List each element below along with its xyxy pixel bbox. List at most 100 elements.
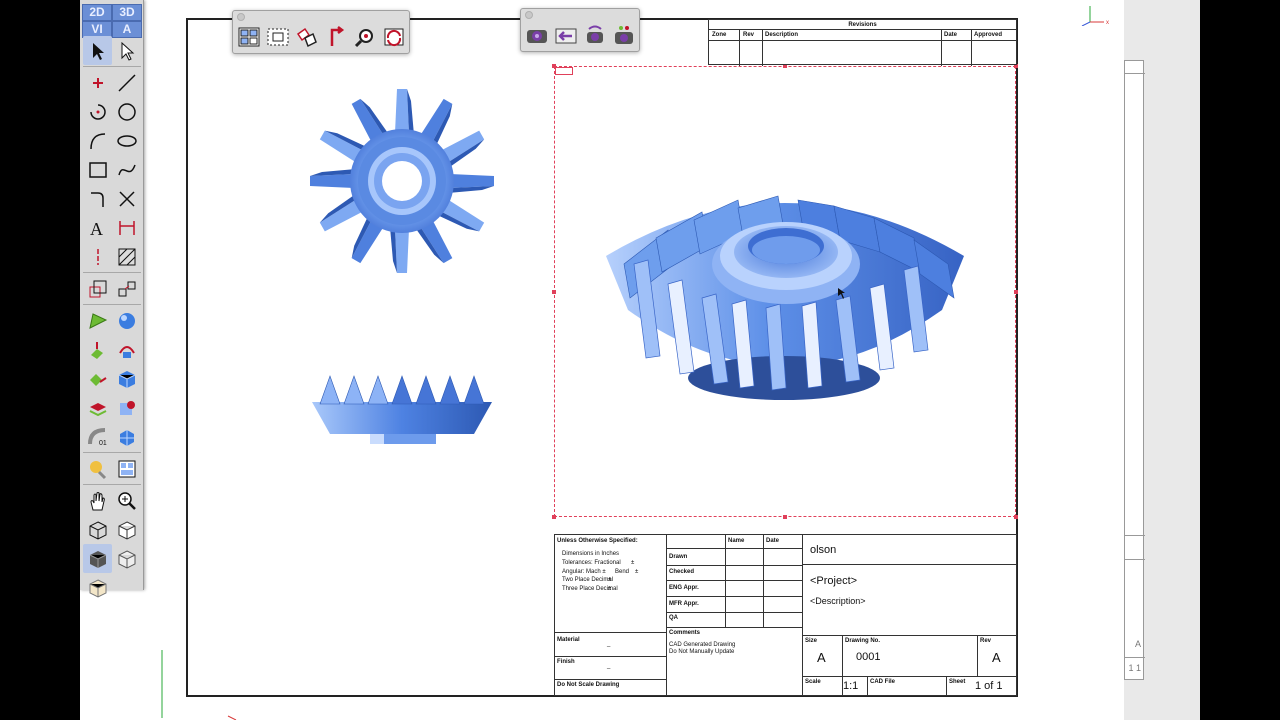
scale-value: 1:1 — [843, 680, 859, 692]
resize-handle[interactable] — [1014, 515, 1018, 519]
circle-icon — [117, 102, 136, 121]
view-layout-tool[interactable] — [112, 454, 141, 483]
gear-isometric-view[interactable] — [598, 160, 970, 404]
spline-icon — [117, 164, 136, 175]
loft-icon — [89, 373, 107, 386]
toolbar-close-dot[interactable] — [237, 13, 245, 21]
text-tool[interactable]: A — [83, 213, 112, 242]
finish-value[interactable]: _ — [607, 662, 610, 670]
company-name[interactable]: olson — [810, 544, 836, 556]
camera-link-button[interactable] — [610, 22, 638, 48]
blend-tool[interactable]: 01 — [83, 422, 112, 451]
camera-back-button[interactable] — [552, 22, 580, 48]
name-column-header: Name — [728, 538, 745, 544]
revision-block: Revisions Zone Rev Description Date Appr… — [708, 19, 1017, 66]
view-cube-hidden-tool[interactable] — [112, 544, 141, 573]
palette-separator — [83, 303, 141, 305]
mfr-appr-row-label: MFR Appr. — [669, 601, 699, 607]
arc-tool[interactable] — [83, 97, 112, 126]
mode-2d-button[interactable]: 2D — [82, 4, 112, 21]
camera-rotate-button[interactable] — [581, 22, 609, 48]
dimension-tool[interactable] — [112, 213, 141, 242]
revolve-tool[interactable] — [112, 335, 141, 364]
toolbar-close-dot[interactable] — [525, 11, 533, 19]
boolean-tool[interactable] — [112, 393, 141, 422]
line-tool[interactable] — [112, 68, 141, 97]
scale-tool[interactable] — [83, 274, 112, 303]
select-outline-arrow-tool[interactable] — [112, 36, 141, 65]
resize-handle[interactable] — [1014, 290, 1018, 294]
gear-top-view[interactable] — [306, 86, 498, 276]
view-label-tag[interactable] — [555, 67, 573, 75]
tolerance-two-place: Two Place Decimal — [562, 577, 614, 583]
view-cube-wire-tool[interactable] — [83, 515, 112, 544]
tool-palette: 2D 3D VI A A 01 — [80, 0, 144, 598]
ellipse-tool[interactable] — [112, 126, 141, 155]
camera-button[interactable] — [523, 22, 551, 48]
trim-tool[interactable] — [112, 184, 141, 213]
view-magnify-button[interactable] — [351, 24, 379, 50]
unless-specified-label: Unless Otherwise Specified: — [557, 538, 638, 544]
drawing-no-value[interactable]: 0001 — [856, 651, 880, 663]
hatch-tool[interactable] — [112, 242, 141, 271]
flip-button[interactable] — [322, 24, 350, 50]
background-sheet-edge: A 1 1 — [1124, 60, 1145, 680]
resize-handle[interactable] — [783, 515, 787, 519]
resize-handle[interactable] — [552, 64, 556, 68]
select-outline-arrow-icon — [121, 41, 134, 61]
revolve-icon — [118, 345, 135, 358]
point-tool[interactable] — [83, 68, 112, 97]
ellipse-icon — [116, 134, 137, 147]
flip-icon — [330, 26, 345, 46]
resize-handle[interactable] — [552, 515, 556, 519]
align-button[interactable] — [293, 24, 321, 50]
gear-side-view[interactable] — [308, 374, 496, 448]
mesh-tool[interactable] — [112, 422, 141, 451]
mode-3d-button[interactable]: 3D — [112, 4, 142, 21]
solid-sphere-icon — [118, 312, 135, 329]
window-left-border — [0, 0, 80, 720]
mode-switcher: 2D 3D VI A — [82, 4, 142, 38]
solid-cone-tool[interactable] — [83, 306, 112, 335]
curve-arc-tool[interactable] — [83, 126, 112, 155]
zoom-tool[interactable] — [112, 486, 141, 515]
loft-tool[interactable] — [83, 364, 112, 393]
do-not-scale-label: Do Not Scale Drawing — [557, 682, 620, 688]
circle-tool[interactable] — [112, 97, 141, 126]
material-value[interactable]: _ — [607, 640, 610, 648]
rectangle-icon — [88, 161, 107, 178]
view-cube-outline-tool[interactable] — [112, 515, 141, 544]
resize-handle[interactable] — [552, 290, 556, 294]
centerline-tool[interactable] — [83, 242, 112, 271]
window-right-border — [1200, 0, 1280, 720]
solid-sphere-tool[interactable] — [112, 306, 141, 335]
rev-header-approved: Approved — [974, 32, 1003, 38]
tolerance-bend-value: ± — [635, 569, 639, 575]
solid-cube-icon — [118, 370, 135, 388]
camera-rotate-icon — [587, 25, 603, 43]
rev-value[interactable]: A — [992, 651, 1001, 665]
extrude-tool[interactable] — [83, 335, 112, 364]
spline-tool[interactable] — [112, 155, 141, 184]
transform-tool[interactable] — [112, 274, 141, 303]
render-light-tool[interactable] — [83, 454, 112, 483]
view-cube-shaded-tool[interactable] — [83, 544, 112, 573]
project-description[interactable]: <Description> — [810, 596, 866, 606]
rotate-view-button[interactable] — [380, 24, 408, 50]
marquee-select-button[interactable] — [264, 24, 292, 50]
fillet-tool[interactable] — [83, 184, 112, 213]
rectangle-tool[interactable] — [83, 155, 112, 184]
solid-cube-tool[interactable] — [112, 364, 141, 393]
shell-tool[interactable] — [83, 393, 112, 422]
rotate-view-icon — [384, 28, 404, 47]
cad-workspace: A 1 1 x 2D 3D VI A A 01 Revisions Zone R… — [0, 0, 1280, 720]
view-cube-alt-icon — [89, 578, 106, 598]
project-name[interactable]: <Project> — [810, 575, 857, 587]
view-cube-alt-tool[interactable] — [83, 573, 112, 602]
drawn-row-label: Drawn — [669, 554, 688, 560]
select-arrow-tool[interactable] — [83, 36, 112, 65]
extrude-icon — [90, 341, 103, 359]
layout-grid-button[interactable] — [235, 24, 263, 50]
pan-hand-tool[interactable] — [83, 486, 112, 515]
qa-row-label: QA — [669, 615, 678, 621]
